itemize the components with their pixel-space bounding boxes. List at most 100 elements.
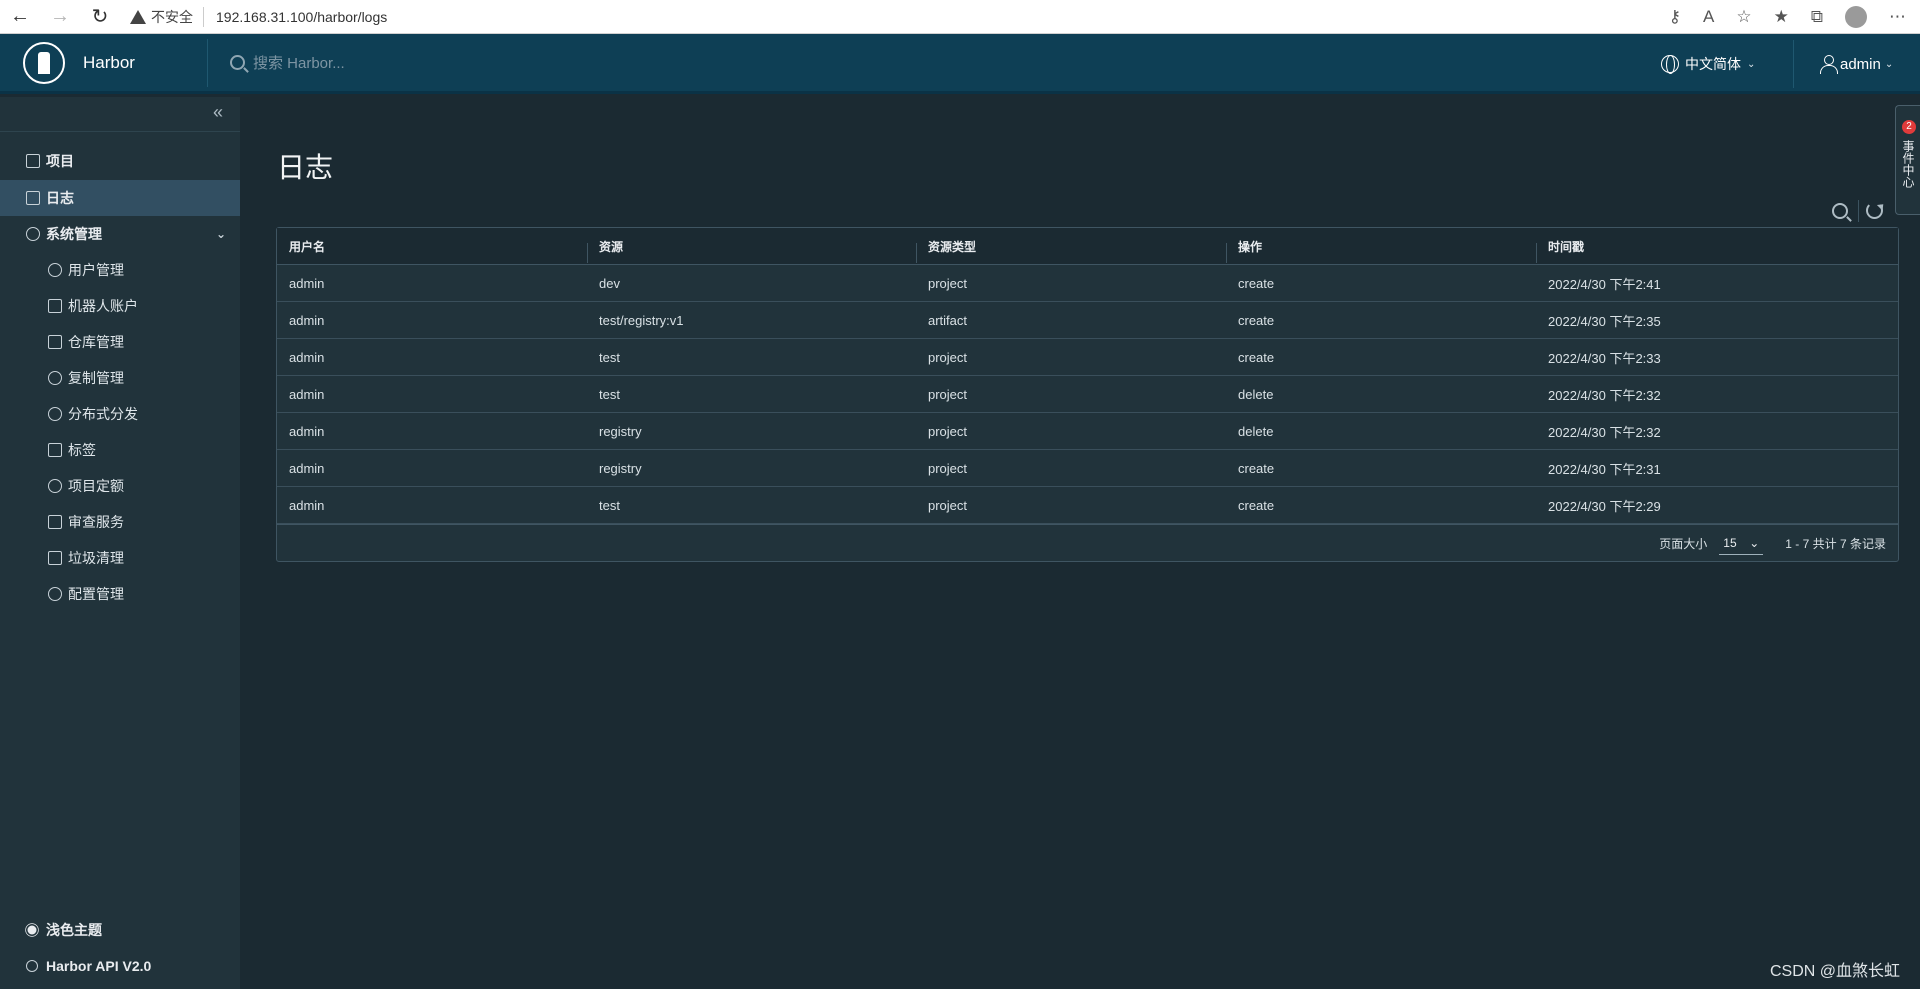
brand-name[interactable]: Harbor (83, 53, 207, 73)
header-divider (207, 38, 208, 87)
notification-badge: 2 (1902, 120, 1916, 134)
header-divider (1793, 40, 1794, 88)
table-row: admin dev project create 2022/4/30 下午2:4… (277, 265, 1898, 302)
refresh-icon[interactable] (1866, 202, 1883, 219)
sidebar: « 项目 日志 系统管理 ⌄ 用户管理 机器人账户 仓库管理 复制管理 分布式分… (0, 97, 240, 989)
sidebar-item-gc[interactable]: 垃圾清理 (0, 540, 240, 576)
column-header[interactable]: 资源类型 (916, 238, 1226, 263)
sidebar-item-label: 审查服务 (68, 514, 124, 530)
column-header[interactable]: 用户名 (277, 238, 587, 255)
sidebar-item-interrogation[interactable]: 审查服务 (0, 504, 240, 540)
cell-username: admin (289, 423, 325, 439)
cell-resource-type: project (928, 275, 968, 291)
table-row: admin test project delete 2022/4/30 下午2:… (277, 376, 1898, 413)
table-row: admin test project create 2022/4/30 下午2:… (277, 487, 1898, 524)
sidebar-item-label: 分布式分发 (68, 406, 138, 422)
shield-icon (48, 515, 62, 529)
cell-resource-type: project (928, 460, 968, 476)
collapse-sidebar-icon[interactable]: « (206, 101, 230, 125)
cell-resource: test (599, 497, 620, 513)
profile-avatar[interactable] (1845, 6, 1867, 28)
toolbar-divider (1858, 200, 1859, 222)
api-link[interactable]: Harbor API V2.0 (0, 948, 240, 984)
sidebar-item-label: 仓库管理 (68, 334, 124, 350)
language-label: 中文简体 (1685, 56, 1741, 72)
table-row: admin test project create 2022/4/30 下午2:… (277, 339, 1898, 376)
favorite-add-icon[interactable]: ☆ (1736, 7, 1751, 27)
cell-operation: create (1238, 497, 1275, 513)
sun-icon (27, 925, 37, 935)
sidebar-item-admin[interactable]: 系统管理 ⌄ (0, 216, 240, 252)
api-label: Harbor API V2.0 (46, 958, 152, 974)
cell-username: admin (289, 275, 325, 291)
forward-icon[interactable]: → (40, 0, 80, 34)
sidebar-item-logs[interactable]: 日志 (0, 180, 240, 216)
sidebar-item-users[interactable]: 用户管理 (0, 252, 240, 288)
sidebar-item-registries[interactable]: 仓库管理 (0, 324, 240, 360)
user-menu[interactable]: admin ⌄ (1820, 34, 1893, 94)
cell-username: admin (289, 497, 325, 513)
read-aloud-icon[interactable]: A (1703, 7, 1714, 27)
sidebar-item-labels[interactable]: 标签 (0, 432, 240, 468)
sidebar-item-label: 项目 (46, 153, 74, 169)
page-size-value: 15 (1723, 535, 1737, 550)
cell-username: admin (289, 312, 325, 328)
more-icon[interactable]: ⋯ (1889, 7, 1906, 27)
cell-resource: registry (599, 460, 642, 476)
table-footer: 页面大小 15 ⌄ 1 - 7 共计 7 条记录 (277, 524, 1898, 561)
sidebar-item-robot-accounts[interactable]: 机器人账户 (0, 288, 240, 324)
back-icon[interactable]: ← (0, 0, 40, 34)
sidebar-item-label: 系统管理 (46, 226, 102, 242)
cell-timestamp: 2022/4/30 下午2:31 (1548, 461, 1661, 477)
column-header[interactable]: 资源 (587, 238, 916, 263)
cell-timestamp: 2022/4/30 下午2:32 (1548, 387, 1661, 403)
robot-icon (48, 299, 62, 313)
distribution-icon (48, 407, 62, 421)
sidebar-item-distribution[interactable]: 分布式分发 (0, 396, 240, 432)
collections-icon[interactable]: ⧉ (1811, 7, 1823, 27)
address-bar[interactable]: 不安全 192.168.31.100/harbor/logs (130, 2, 1650, 32)
cell-operation: create (1238, 275, 1275, 291)
sidebar-item-projects[interactable]: 项目 (0, 143, 240, 179)
search-icon[interactable] (1832, 203, 1848, 219)
page-size-select[interactable]: 15 ⌄ (1719, 531, 1764, 555)
admin-icon (26, 227, 40, 241)
url-text[interactable]: 192.168.31.100/harbor/logs (216, 9, 387, 25)
language-selector[interactable]: 中文简体 ⌄ (1661, 34, 1755, 94)
search-icon (230, 55, 245, 70)
sidebar-item-label: 机器人账户 (68, 298, 138, 314)
global-search[interactable]: 搜索 Harbor... (230, 52, 345, 73)
key-icon[interactable]: ⚷ (1669, 7, 1681, 27)
cell-timestamp: 2022/4/30 下午2:35 (1548, 313, 1661, 329)
sidebar-item-label: 用户管理 (68, 262, 124, 278)
sidebar-item-label: 标签 (68, 442, 96, 458)
sidebar-item-replications[interactable]: 复制管理 (0, 360, 240, 396)
logs-icon (26, 191, 40, 205)
warning-icon (130, 9, 146, 24)
cell-timestamp: 2022/4/30 下午2:29 (1548, 498, 1661, 514)
replication-icon (48, 371, 62, 385)
harbor-logo-icon[interactable] (23, 41, 65, 84)
favorites-icon[interactable]: ★ (1774, 7, 1789, 27)
event-center-label: 事件中心 (1901, 140, 1915, 188)
cell-resource-type: project (928, 386, 968, 402)
column-header[interactable]: 操作 (1226, 238, 1536, 263)
cell-operation: create (1238, 312, 1275, 328)
users-icon (48, 263, 62, 277)
registry-icon (48, 335, 62, 349)
cell-operation: create (1238, 460, 1275, 476)
cell-resource-type: artifact (928, 312, 968, 328)
sidebar-item-quotas[interactable]: 项目定额 (0, 468, 240, 504)
search-input[interactable]: 搜索 Harbor... (253, 52, 345, 73)
cell-username: admin (289, 349, 325, 365)
event-center-tab[interactable]: 2 事件中心 (1895, 105, 1920, 215)
theme-toggle[interactable]: 浅色主题 (0, 912, 240, 948)
security-indicator[interactable]: 不安全 (130, 6, 204, 27)
cell-resource: test (599, 349, 620, 365)
sidebar-item-label: 项目定额 (68, 478, 124, 494)
column-header[interactable]: 时间戳 (1536, 238, 1898, 263)
sidebar-item-configuration[interactable]: 配置管理 (0, 576, 240, 612)
reload-icon[interactable]: ↻ (80, 0, 120, 34)
gear-icon (48, 587, 62, 601)
watermark: CSDN @血煞长虹 (1769, 963, 1900, 980)
